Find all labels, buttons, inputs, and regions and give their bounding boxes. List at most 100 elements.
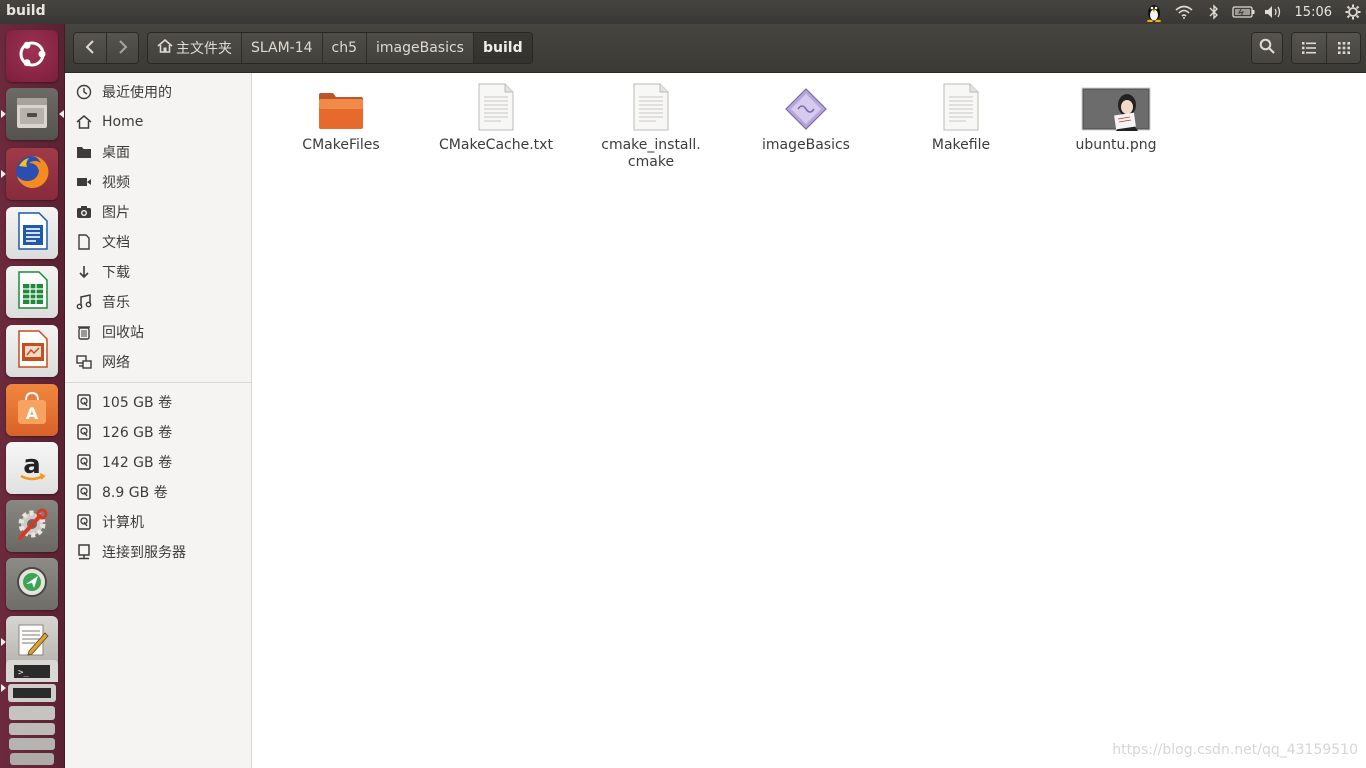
launcher: A a >_	[0, 24, 65, 768]
svg-text:>_: >_	[18, 668, 29, 678]
launcher-impress[interactable]	[6, 325, 58, 377]
sidebar-item-volume-105[interactable]: 105 GB 卷	[65, 387, 251, 417]
file-item-cmake-install[interactable]: cmake_install. cmake	[576, 81, 726, 171]
text-file-icon	[470, 81, 522, 131]
libreoffice-writer-icon	[14, 211, 50, 255]
breadcrumb-label: build	[482, 40, 523, 56]
sidebar-item-trash[interactable]: 回收站	[65, 317, 251, 347]
home-icon	[75, 113, 93, 131]
launcher-calc[interactable]	[6, 266, 58, 318]
tux-icon[interactable]	[1139, 0, 1169, 24]
sidebar-item-desktop[interactable]: 桌面	[65, 137, 251, 167]
file-view[interactable]: CMakeFiles CMakeCache.txt cmake_install.…	[253, 73, 1366, 768]
chevron-right-icon	[118, 39, 128, 58]
sidebar-item-label: 回收站	[102, 325, 144, 341]
file-name: imageBasics	[762, 137, 850, 153]
breadcrumb-build[interactable]: build	[472, 33, 532, 63]
file-cabinet-icon	[12, 92, 52, 136]
drive-icon	[75, 513, 93, 531]
sidebar-item-videos[interactable]: 视频	[65, 167, 251, 197]
sidebar-item-label: 视频	[102, 175, 130, 191]
sidebar-item-home[interactable]: Home	[65, 107, 251, 137]
list-view-button[interactable]	[1292, 33, 1326, 63]
sidebar-item-downloads[interactable]: 下载	[65, 257, 251, 287]
launcher-writer[interactable]	[6, 207, 58, 259]
sidebar-item-volume-8-9[interactable]: 8.9 GB 卷	[65, 477, 251, 507]
svg-text:a: a	[23, 450, 41, 480]
camera-icon	[75, 203, 93, 221]
file-name: Makefile	[931, 137, 991, 153]
settings-gear-icon	[12, 504, 52, 548]
back-button[interactable]	[74, 33, 106, 63]
launcher-stacked-windows[interactable]: >_	[6, 660, 58, 768]
sidebar-item-label: Home	[102, 114, 144, 130]
file-item-cmakefiles[interactable]: CMakeFiles	[266, 81, 416, 154]
sidebar-item-pictures[interactable]: 图片	[65, 197, 251, 227]
sidebar-item-documents[interactable]: 文档	[65, 227, 251, 257]
terminal-icon: >_	[6, 660, 58, 682]
launcher-ubuntu-dash[interactable]	[6, 30, 58, 82]
top-panel: build 15:06	[0, 0, 1366, 24]
sidebar-item-computer[interactable]: 计算机	[65, 507, 251, 537]
forward-button[interactable]	[106, 33, 138, 63]
clock[interactable]: 15:06	[1289, 5, 1340, 20]
sidebar-item-label: 最近使用的	[102, 85, 172, 101]
sidebar-item-connect-server[interactable]: 连接到服务器	[65, 537, 251, 567]
music-icon	[75, 293, 93, 311]
document-icon	[75, 233, 93, 251]
header-bar: 主文件夹 SLAM-14 ch5 imageBasics build	[65, 24, 1366, 73]
sidebar-item-label: 文档	[102, 235, 130, 251]
sidebar-item-recent[interactable]: 最近使用的	[65, 77, 251, 107]
chevron-left-icon	[85, 39, 95, 58]
drive-icon	[75, 423, 93, 441]
sidebar-item-network[interactable]: 网络	[65, 347, 251, 377]
clock-icon	[75, 83, 93, 101]
trash-icon	[75, 323, 93, 341]
breadcrumb-label: imageBasics	[376, 40, 464, 56]
breadcrumb: 主文件夹 SLAM-14 ch5 imageBasics build	[147, 32, 533, 64]
sidebar-item-label: 142 GB 卷	[102, 455, 173, 471]
launcher-software-center[interactable]: A	[6, 384, 58, 436]
breadcrumb-label: 主文件夹	[176, 41, 232, 57]
launcher-files[interactable]	[6, 88, 58, 140]
file-name: CMakeCache.txt	[439, 137, 553, 153]
sidebar-item-label: 8.9 GB 卷	[102, 485, 168, 501]
file-item-makefile[interactable]: Makefile	[886, 81, 1036, 154]
text-file-icon	[625, 81, 677, 131]
sidebar-item-label: 桌面	[102, 145, 130, 161]
file-item-ubuntu-png[interactable]: ubuntu.png	[1041, 81, 1191, 154]
folder-icon	[315, 81, 367, 131]
breadcrumb-imagebasics[interactable]: imageBasics	[366, 33, 473, 63]
drive-icon	[75, 453, 93, 471]
ubuntu-logo-icon	[15, 37, 49, 75]
sidebar-item-volume-142[interactable]: 142 GB 卷	[65, 447, 251, 477]
list-view-icon	[1302, 39, 1316, 58]
breadcrumb-slam-14[interactable]: SLAM-14	[241, 33, 322, 63]
sidebar-item-volume-126[interactable]: 126 GB 卷	[65, 417, 251, 447]
breadcrumb-home[interactable]: 主文件夹	[148, 33, 241, 63]
launcher-firefox[interactable]	[6, 148, 58, 200]
power-settings-icon[interactable]	[1340, 0, 1366, 24]
libreoffice-calc-icon	[14, 270, 50, 314]
search-button[interactable]	[1251, 32, 1283, 64]
view-switcher	[1291, 32, 1361, 64]
launcher-amazon[interactable]: a	[6, 442, 58, 494]
sidebar-item-label: 网络	[102, 355, 130, 371]
file-name: CMakeFiles	[302, 137, 380, 153]
history-nav	[73, 32, 139, 64]
text-file-icon	[935, 81, 987, 131]
bluetooth-icon[interactable]	[1199, 0, 1229, 24]
breadcrumb-ch5[interactable]: ch5	[321, 33, 367, 63]
sidebar-item-music[interactable]: 音乐	[65, 287, 251, 317]
launcher-system-settings[interactable]	[6, 500, 58, 552]
launcher-app[interactable]	[6, 558, 58, 610]
file-item-cmakecache[interactable]: CMakeCache.txt	[421, 81, 571, 154]
battery-icon[interactable]	[1229, 0, 1259, 24]
grid-view-button[interactable]	[1326, 33, 1360, 63]
amazon-icon: a	[14, 448, 50, 488]
folder-icon	[75, 143, 93, 161]
file-item-imagebasics[interactable]: imageBasics	[731, 81, 881, 154]
wifi-icon[interactable]	[1169, 0, 1199, 24]
volume-icon[interactable]	[1259, 0, 1289, 24]
file-name: ubuntu.png	[1075, 137, 1157, 153]
